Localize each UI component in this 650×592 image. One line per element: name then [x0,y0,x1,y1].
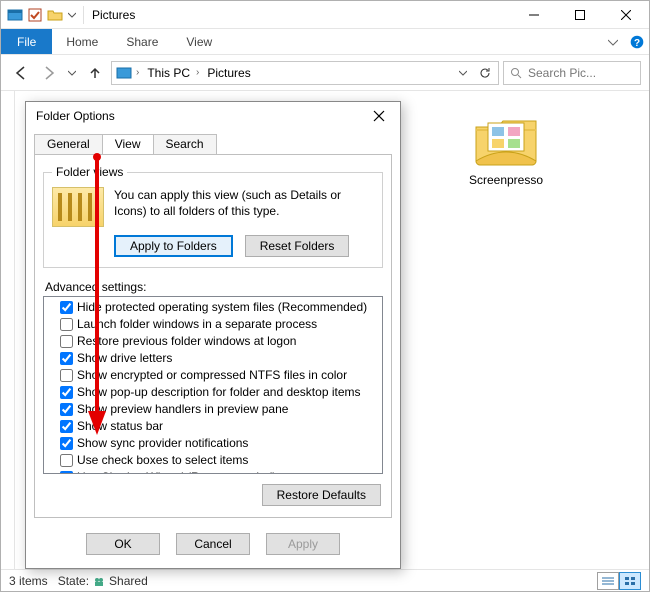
advanced-setting-row[interactable]: Show encrypted or compressed NTFS files … [46,367,380,384]
search-icon [510,67,522,79]
back-button[interactable] [9,61,33,85]
setting-checkbox[interactable] [60,420,73,433]
tab-home[interactable]: Home [52,29,112,54]
setting-label: Show encrypted or compressed NTFS files … [77,367,347,384]
shared-icon [93,575,105,587]
advanced-setting-row[interactable]: Show pop-up description for folder and d… [46,384,380,401]
tab-view-pane: Folder views You can apply this view (su… [34,154,392,518]
setting-label: Show preview handlers in preview pane [77,401,288,418]
close-button[interactable] [603,1,649,29]
breadcrumb-leaf[interactable]: Pictures [201,66,254,80]
advanced-setting-row[interactable]: Use Sharing Wizard (Recommended) [46,469,380,474]
state-value: Shared [109,574,148,588]
setting-label: Restore previous folder windows at logon [77,333,296,350]
tab-general[interactable]: General [34,134,103,154]
view-icons-button[interactable] [619,572,641,590]
dialog-tabs: General View Search [26,130,400,154]
help-icon[interactable]: ? [625,29,649,54]
setting-checkbox[interactable] [60,335,73,348]
address-bar[interactable]: › This PC › Pictures [111,61,499,85]
setting-checkbox[interactable] [60,352,73,365]
advanced-settings-label: Advanced settings: [45,280,383,294]
qat-properties-icon[interactable] [27,7,43,23]
setting-label: Show sync provider notifications [77,435,248,452]
chevron-right-icon[interactable]: › [196,67,199,78]
setting-label: Show pop-up description for folder and d… [77,384,361,401]
restore-defaults-button[interactable]: Restore Defaults [262,484,381,506]
setting-label: Show status bar [77,418,163,435]
chevron-right-icon[interactable]: › [136,67,139,78]
dialog-title: Folder Options [36,109,115,123]
apply-button[interactable]: Apply [266,533,340,555]
explorer-icon [7,7,23,23]
minimize-button[interactable] [511,1,557,29]
setting-checkbox[interactable] [60,454,73,467]
folder-views-icon [52,187,104,227]
address-dropdown-icon[interactable] [452,62,474,84]
dialog-close-button[interactable] [364,102,394,130]
setting-checkbox[interactable] [60,369,73,382]
setting-checkbox[interactable] [60,386,73,399]
advanced-setting-row[interactable]: Show drive letters [46,350,380,367]
item-count: 3 items [9,574,48,588]
advanced-settings-list[interactable]: Hide protected operating system files (R… [43,296,383,474]
qat-customize-icon[interactable] [67,7,77,23]
dialog-titlebar: Folder Options [26,102,400,130]
setting-label: Hide protected operating system files (R… [77,299,367,316]
ok-button[interactable]: OK [86,533,160,555]
setting-label: Use Sharing Wizard (Recommended) [77,469,276,474]
folder-views-text: You can apply this view (such as Details… [114,187,374,227]
cancel-button[interactable]: Cancel [176,533,250,555]
setting-checkbox[interactable] [60,471,73,474]
tab-search[interactable]: Search [153,134,217,154]
status-bar: 3 items State: Shared [1,569,649,591]
folder-views-group: Folder views You can apply this view (su… [43,165,383,268]
search-input[interactable]: Search Pic... [503,61,641,85]
advanced-setting-row[interactable]: Hide protected operating system files (R… [46,299,380,316]
recent-locations-icon[interactable] [65,61,79,85]
setting-checkbox[interactable] [60,403,73,416]
advanced-setting-row[interactable]: Restore previous folder windows at logon [46,333,380,350]
nav-toolbar: › This PC › Pictures Search Pic... [1,55,649,91]
tab-share[interactable]: Share [112,29,172,54]
advanced-setting-row[interactable]: Show sync provider notifications [46,435,380,452]
refresh-icon[interactable] [474,62,496,84]
advanced-setting-row[interactable]: Launch folder windows in a separate proc… [46,316,380,333]
up-button[interactable] [83,61,107,85]
setting-label: Launch folder windows in a separate proc… [77,316,317,333]
folder-views-legend: Folder views [52,165,127,179]
svg-text:?: ? [634,38,640,49]
setting-checkbox[interactable] [60,318,73,331]
ribbon: File Home Share View ? [1,29,649,55]
search-placeholder: Search Pic... [528,66,596,80]
setting-checkbox[interactable] [60,437,73,450]
forward-button[interactable] [37,61,61,85]
dialog-button-row: OK Cancel Apply [26,526,400,568]
advanced-setting-row[interactable]: Show status bar [46,418,380,435]
reset-folders-button[interactable]: Reset Folders [245,235,350,257]
tab-view[interactable]: View [172,29,226,54]
maximize-button[interactable] [557,1,603,29]
apply-to-folders-button[interactable]: Apply to Folders [114,235,233,257]
state-label: State: [58,574,89,588]
folder-item-label: Screenpresso [461,173,551,187]
qat-newfolder-icon[interactable] [47,7,63,23]
advanced-setting-row[interactable]: Use check boxes to select items [46,452,380,469]
location-icon [116,65,132,81]
tab-view[interactable]: View [102,134,154,154]
folder-icon [474,115,538,167]
view-details-button[interactable] [597,572,619,590]
tab-file[interactable]: File [1,29,52,54]
setting-label: Use check boxes to select items [77,452,248,469]
setting-label: Show drive letters [77,350,172,367]
folder-options-dialog: Folder Options General View Search Folde… [25,101,401,569]
sidebar [1,91,15,569]
breadcrumb-root[interactable]: This PC [141,66,194,80]
folder-item[interactable]: Screenpresso [461,115,551,187]
window-title: Pictures [92,8,135,22]
ribbon-expand-icon[interactable] [601,29,625,54]
window-titlebar: Pictures [1,1,649,29]
advanced-setting-row[interactable]: Show preview handlers in preview pane [46,401,380,418]
setting-checkbox[interactable] [60,301,73,314]
